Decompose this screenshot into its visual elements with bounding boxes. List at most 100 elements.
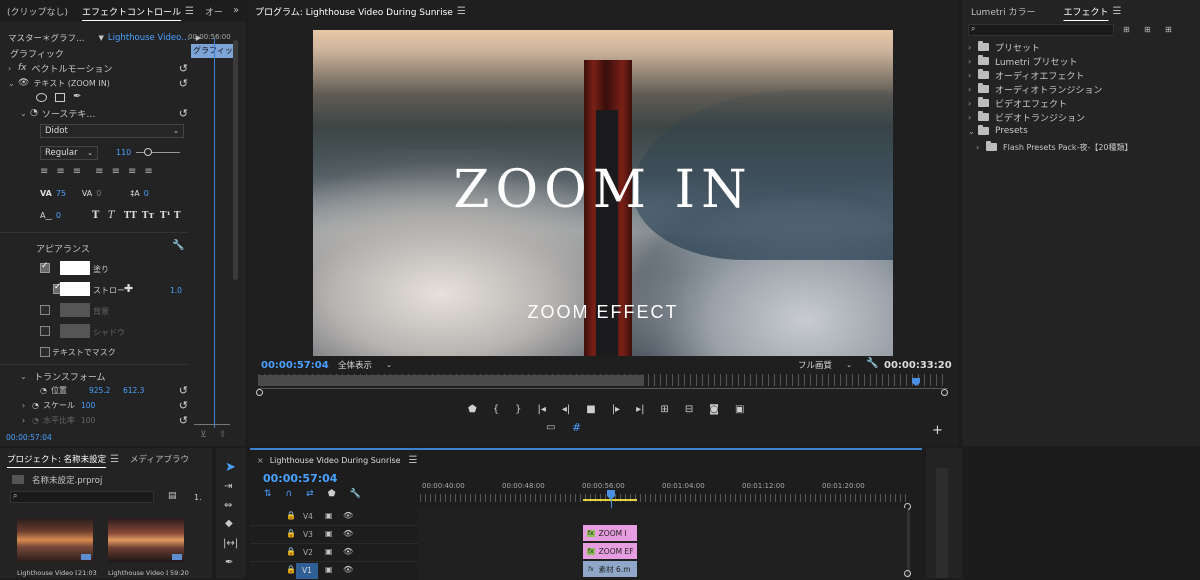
chevron-right-icon[interactable]: ›: [968, 43, 978, 52]
stopwatch-icon[interactable]: ◔: [30, 108, 38, 118]
fill-swatch[interactable]: [60, 261, 90, 275]
background-swatch[interactable]: [60, 303, 90, 317]
pen-tool-icon[interactable]: ✒: [225, 557, 233, 568]
program-timecode[interactable]: 00:00:57:04: [261, 360, 329, 371]
reset-icon[interactable]: ↺: [179, 107, 188, 120]
align-center-icon[interactable]: ≡: [56, 166, 64, 177]
tree-item-lumetri-presets[interactable]: › Lumetri プリセット: [968, 54, 1194, 68]
tree-item-custom-presets[interactable]: ⌄ Presets: [968, 124, 1194, 138]
superscript-button[interactable]: T¹: [160, 211, 174, 221]
rectangle-tool-icon[interactable]: [55, 93, 65, 102]
eye-icon[interactable]: 👁: [343, 511, 353, 520]
chevron-right-icon[interactable]: ›: [968, 71, 978, 80]
snap-icon[interactable]: ∩: [286, 489, 293, 499]
chevron-down-icon[interactable]: ⌄: [20, 372, 30, 381]
go-to-in-icon[interactable]: |◂: [537, 404, 545, 415]
safe-margins-icon[interactable]: ▭: [546, 422, 555, 433]
clip-label[interactable]: Lighthouse Video…: [108, 33, 190, 43]
chevron-right-icon[interactable]: ›: [968, 57, 978, 66]
menu-icon[interactable]: ☰: [1112, 6, 1121, 17]
timeline-clip-source[interactable]: fx 素材 6.m: [583, 561, 637, 577]
lock-icon[interactable]: 🔒: [286, 529, 296, 538]
go-to-out-icon[interactable]: ▸|: [636, 404, 644, 415]
justify-all-icon[interactable]: ≡: [144, 166, 152, 177]
export-icon[interactable]: ⇪: [219, 430, 227, 440]
timeline-title[interactable]: Lighthouse Video During Sunrise: [270, 456, 401, 465]
extract-icon[interactable]: ⊟: [685, 404, 693, 415]
timeline-clip-zoom-effect[interactable]: fx ZOOM EF: [583, 543, 637, 559]
chevron-right-icon[interactable]: ›: [968, 99, 978, 108]
timeline-ruler[interactable]: [420, 494, 908, 502]
shadow-swatch[interactable]: [60, 324, 90, 338]
wrench-icon[interactable]: 🔧: [866, 358, 878, 369]
slip-tool-icon[interactable]: |↔|: [223, 538, 238, 549]
stroke-swatch[interactable]: [60, 282, 90, 296]
eye-icon[interactable]: 👁: [343, 565, 353, 574]
menu-icon[interactable]: ☰: [409, 455, 418, 466]
hscale-value[interactable]: 100: [81, 416, 95, 425]
chevron-down-icon[interactable]: ▼: [99, 34, 104, 42]
effects-search[interactable]: ⌕: [968, 24, 1114, 36]
mark-out-icon[interactable]: }: [515, 404, 521, 415]
close-icon[interactable]: ×: [257, 456, 264, 465]
justify-right-icon[interactable]: ≡: [128, 166, 136, 177]
work-area-bar[interactable]: [583, 499, 637, 501]
all-caps-button[interactable]: TT: [124, 211, 142, 221]
zoom-bar-track[interactable]: [258, 388, 948, 389]
leading-value[interactable]: 0: [144, 189, 149, 198]
chevron-right-icon[interactable]: ›: [8, 64, 18, 73]
menu-icon[interactable]: ☰: [185, 6, 194, 17]
faux-bold-button[interactable]: T: [92, 210, 108, 221]
track-label[interactable]: V1: [296, 563, 318, 579]
camera-icon[interactable]: ◙: [709, 404, 719, 415]
reset-icon[interactable]: ↺: [179, 62, 188, 75]
eye-icon[interactable]: 👁: [343, 529, 353, 538]
sync-icon[interactable]: ▣: [325, 565, 333, 574]
chevron-down-icon[interactable]: ⌄: [20, 109, 30, 118]
stroke-width-value[interactable]: 1.0: [170, 286, 182, 295]
lock-icon[interactable]: 🔒: [286, 565, 296, 574]
font-size-value[interactable]: 110: [116, 148, 131, 157]
ripple-edit-icon[interactable]: ⇔: [224, 500, 232, 511]
marker-icon[interactable]: ⬟: [468, 404, 477, 415]
step-back-icon[interactable]: ◂|: [562, 404, 570, 415]
eye-icon[interactable]: 👁: [343, 547, 353, 556]
reset-icon[interactable]: ↺: [179, 384, 188, 397]
chevron-right-icon[interactable]: ›: [976, 143, 986, 152]
menu-icon[interactable]: ☰: [457, 6, 466, 17]
compare-icon[interactable]: ▣: [735, 404, 744, 415]
overlay-subtitle[interactable]: ZOOM EFFECT: [313, 302, 893, 323]
align-right-icon[interactable]: ≡: [73, 166, 81, 177]
tree-item-flash-presets[interactable]: › Flash Presets Pack-夜-【20種類】: [976, 140, 1194, 154]
sync-icon[interactable]: ▣: [325, 547, 333, 556]
mark-in-icon[interactable]: {: [493, 404, 499, 415]
quality-select[interactable]: フル画質 ⌄: [794, 358, 856, 372]
sync-icon[interactable]: ▣: [325, 529, 333, 538]
yuv-filter-icon[interactable]: ⊞: [1165, 25, 1172, 34]
tree-item-video-effects[interactable]: › ビデオエフェクト: [968, 96, 1194, 110]
tab-effect-controls[interactable]: エフェクトコントロール: [75, 5, 188, 18]
vertical-scroll-handle[interactable]: [904, 570, 911, 577]
zoom-handle-left[interactable]: [256, 389, 263, 396]
chevron-right-icon[interactable]: ›: [22, 416, 32, 425]
font-size-slider[interactable]: [136, 152, 180, 153]
reset-icon[interactable]: ↺: [179, 414, 188, 427]
stop-icon[interactable]: ■: [586, 404, 595, 415]
faux-italic-button[interactable]: T: [108, 210, 124, 221]
overlay-title[interactable]: ZOOM IN: [313, 160, 893, 220]
selection-tool-icon[interactable]: ➤: [225, 460, 236, 475]
track-label[interactable]: V4: [303, 512, 313, 521]
justify-left-icon[interactable]: ≡: [95, 166, 103, 177]
tab-no-clip[interactable]: (クリップなし): [0, 5, 75, 18]
panel-scrollbar[interactable]: [233, 40, 238, 280]
text-layer-row[interactable]: ⌄ 👁 テキスト (ZOOM IN) ↺: [8, 75, 188, 91]
sync-icon[interactable]: ▣: [325, 511, 333, 520]
fit-select[interactable]: 全体表示 ⌄: [334, 358, 396, 372]
chevron-right-icon[interactable]: ›: [968, 113, 978, 122]
position-y[interactable]: 612.3: [123, 386, 144, 395]
video-frame[interactable]: ZOOM IN ZOOM EFFECT: [313, 30, 893, 356]
filter-icon[interactable]: ⊻: [200, 430, 207, 440]
new-bin-icon[interactable]: ▤: [168, 491, 177, 501]
fill-checkbox[interactable]: [40, 261, 50, 273]
font-size-slider-handle[interactable]: [144, 148, 152, 156]
